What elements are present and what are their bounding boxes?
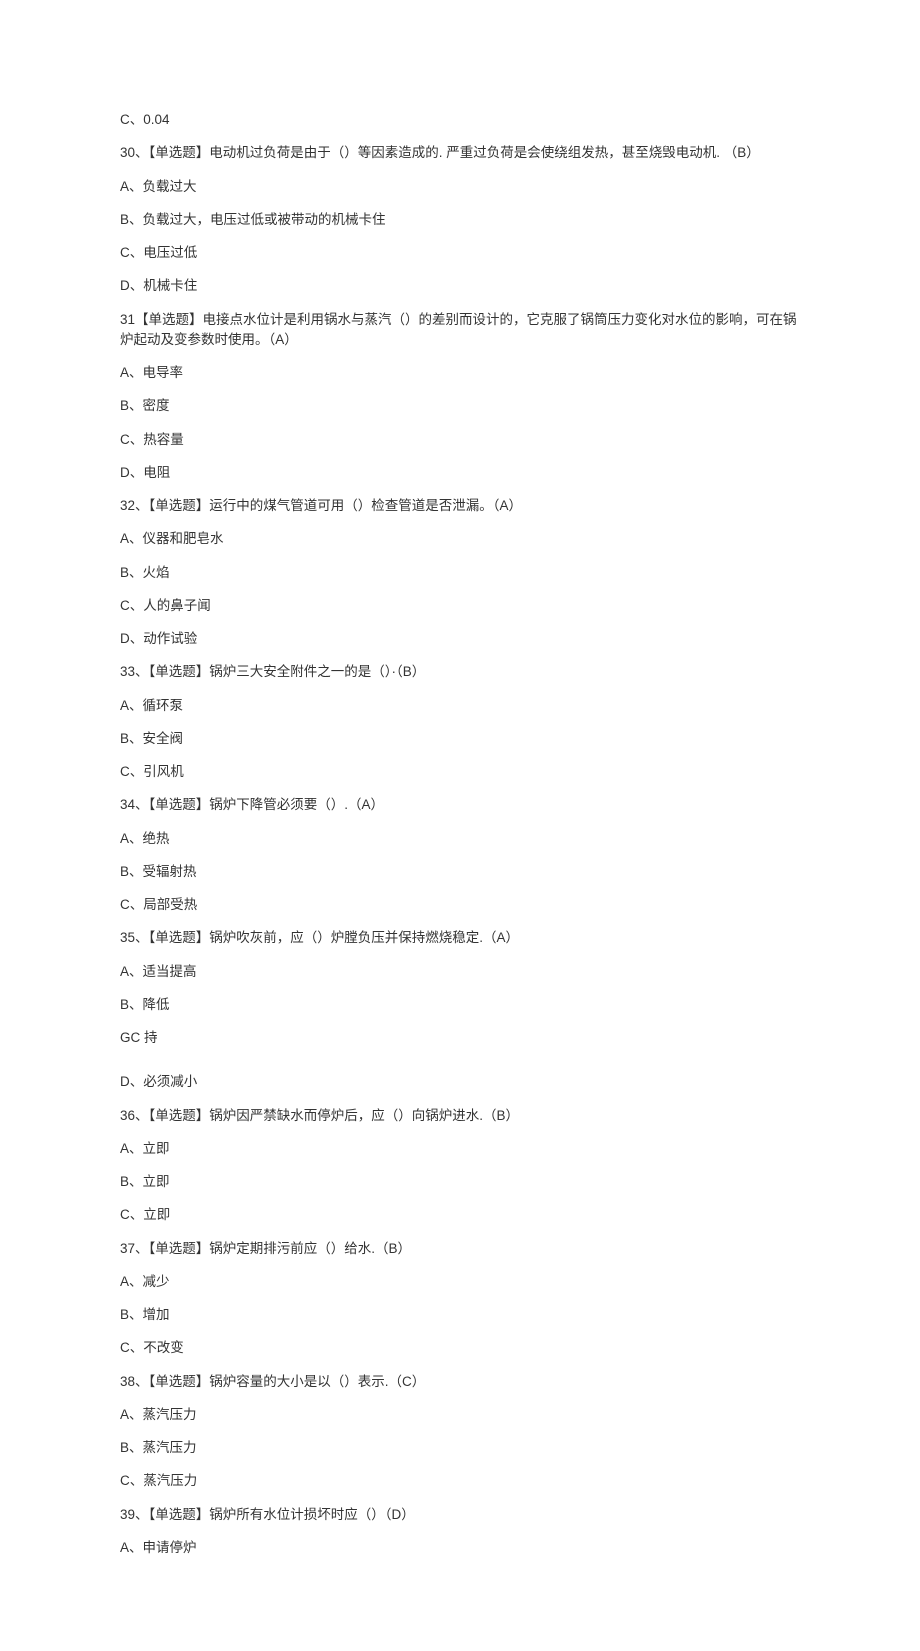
text-line: D、电阻: [120, 463, 800, 483]
text-line: 33、【单选题】锅炉三大安全附件之一的是（）·（B）: [120, 662, 800, 682]
text-line: 31【单选题】电接点水位计是利用锅水与蒸汽（）的差别而设计的，它克服了锅筒压力变…: [120, 310, 800, 351]
text-line: A、蒸汽压力: [120, 1405, 800, 1425]
text-line: A、仪器和肥皂水: [120, 529, 800, 549]
text-line: B、负载过大，电压过低或被带动的机械卡住: [120, 210, 800, 230]
text-line: B、立即: [120, 1172, 800, 1192]
text-line: A、申请停炉: [120, 1538, 800, 1558]
document-page: C、0.04 30、【单选题】电动机过负荷是由于（）等因素造成的. 严重过负荷是…: [0, 0, 920, 1651]
text-line: D、机械卡住: [120, 276, 800, 296]
text-line: B、安全阀: [120, 729, 800, 749]
text-line: 35、【单选题】锅炉吹灰前，应（）炉膛负压并保持燃烧稳定.（A）: [120, 928, 800, 948]
text-line: 34、【单选题】锅炉下降管必须要（）.（A）: [120, 795, 800, 815]
text-line: 39、【单选题】锅炉所有水位计损坏时应（）（D）: [120, 1505, 800, 1525]
text-line: C、热容量: [120, 430, 800, 450]
text-line: A、负载过大: [120, 177, 800, 197]
text-line: C、电压过低: [120, 243, 800, 263]
text-line: 32、【单选题】运行中的煤气管道可用（）检查管道是否泄漏。（A）: [120, 496, 800, 516]
text-line: A、循环泵: [120, 696, 800, 716]
text-line: C、0.04: [120, 110, 800, 130]
text-line: B、蒸汽压力: [120, 1438, 800, 1458]
text-line: A、电导率: [120, 363, 800, 383]
text-line: B、火焰: [120, 563, 800, 583]
text-line: GC 持: [120, 1028, 800, 1048]
text-line: B、受辐射热: [120, 862, 800, 882]
text-line: C、不改变: [120, 1338, 800, 1358]
text-line: B、降低: [120, 995, 800, 1015]
text-line: A、立即: [120, 1139, 800, 1159]
text-line: 30、【单选题】电动机过负荷是由于（）等因素造成的. 严重过负荷是会使绕组发热，…: [120, 143, 800, 163]
text-line: C、局部受热: [120, 895, 800, 915]
text-line: B、增加: [120, 1305, 800, 1325]
text-line: C、人的鼻子闻: [120, 596, 800, 616]
text-line: C、蒸汽压力: [120, 1471, 800, 1491]
text-line: A、绝热: [120, 829, 800, 849]
text-line: C、引风机: [120, 762, 800, 782]
text-line: C、立即: [120, 1205, 800, 1225]
text-line: D、必须减小: [120, 1072, 800, 1092]
text-line: A、适当提高: [120, 962, 800, 982]
text-line: D、动作试验: [120, 629, 800, 649]
text-line: B、密度: [120, 396, 800, 416]
text-line: 38、【单选题】锅炉容量的大小是以（）表示.（C）: [120, 1372, 800, 1392]
text-line: 37、【单选题】锅炉定期排污前应（）给水.（B）: [120, 1239, 800, 1259]
text-line: A、减少: [120, 1272, 800, 1292]
text-line: 36、【单选题】锅炉因严禁缺水而停炉后，应（）向锅炉进水.（B）: [120, 1106, 800, 1126]
